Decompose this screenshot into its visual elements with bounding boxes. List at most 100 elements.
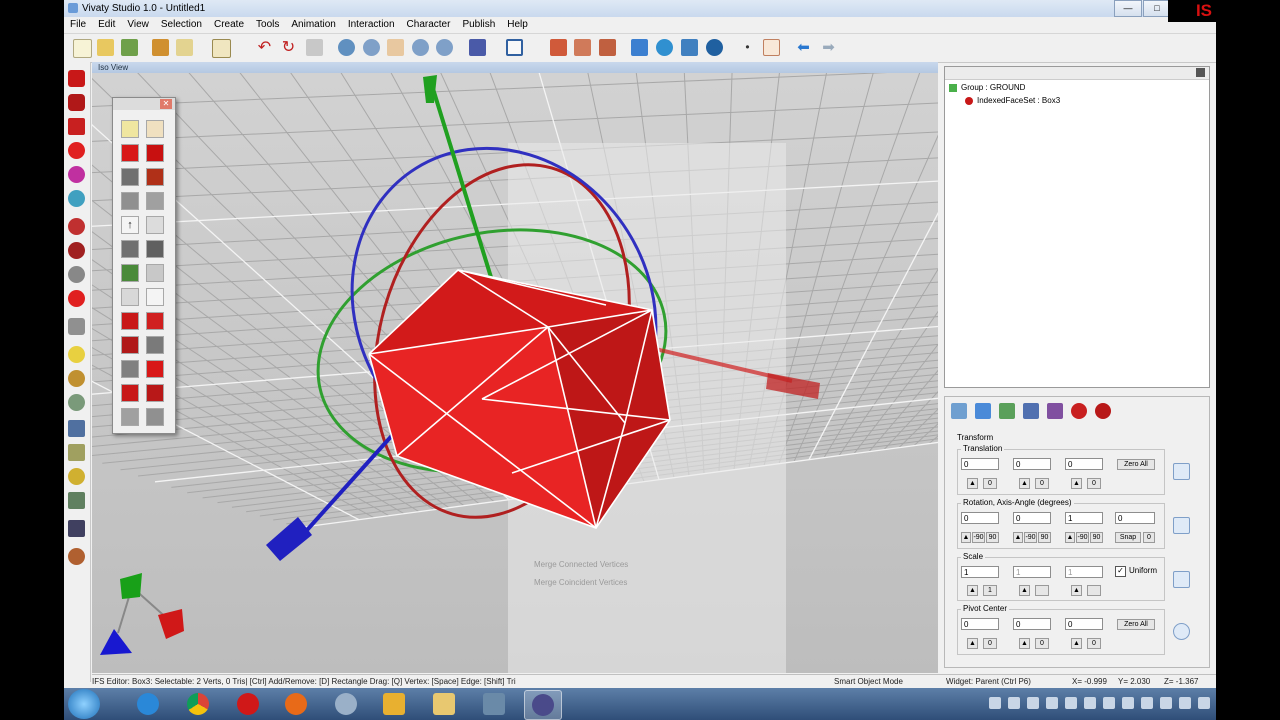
cone-icon[interactable] (68, 118, 85, 135)
menu-view[interactable]: View (121, 17, 155, 30)
scale-x-icon[interactable]: ▲ (967, 585, 978, 596)
group-icon[interactable] (68, 266, 85, 283)
palette-header[interactable]: ✕ (113, 98, 175, 110)
taskbar-opera[interactable] (230, 690, 266, 718)
scale-icon[interactable] (681, 39, 698, 56)
palette-crown-icon[interactable] (121, 408, 139, 426)
palette-uv-icon[interactable] (146, 264, 164, 282)
palette-smooth-icon[interactable] (146, 288, 164, 306)
minimize-button[interactable]: — (1114, 0, 1142, 17)
select-icon[interactable] (550, 39, 567, 56)
lasso-select-icon[interactable] (599, 39, 616, 56)
menu-character[interactable]: Character (401, 17, 457, 30)
translation-y-step-icon[interactable]: ▲ (1019, 478, 1030, 489)
taskbar-outlook[interactable] (376, 690, 412, 718)
pivot-y-step[interactable]: 0 (1035, 638, 1049, 649)
tray-icon-9[interactable] (1141, 697, 1153, 709)
translation-x-step[interactable]: 0 (983, 478, 997, 489)
rotation-x-field[interactable]: 0 (961, 512, 999, 524)
palette-flip-icon[interactable] (121, 288, 139, 306)
cut-icon[interactable] (152, 39, 169, 56)
ball-icon[interactable] (68, 290, 85, 307)
rotation-x-icon[interactable]: ▲ (961, 532, 971, 543)
sphere-icon[interactable] (68, 142, 85, 159)
palette-cap-icon[interactable] (146, 384, 164, 402)
pivot-x-step[interactable]: 0 (983, 638, 997, 649)
pivot-tool-icon[interactable] (1173, 623, 1190, 640)
undo-icon[interactable]: ↶ (256, 39, 273, 56)
scale-z-icon[interactable]: ▲ (1071, 585, 1082, 596)
iso-viewport[interactable]: Merge Connected Vertices Merge Coinciden… (92, 73, 938, 673)
new-file-icon[interactable] (73, 39, 92, 58)
pivot-zero-all-button[interactable]: Zero All (1117, 619, 1155, 630)
tray-icon-3[interactable] (1027, 697, 1039, 709)
menu-tools[interactable]: Tools (250, 17, 285, 30)
pivot-z-icon[interactable]: ▲ (1071, 638, 1082, 649)
light-icon[interactable] (68, 346, 85, 363)
tray-icon-8[interactable] (1122, 697, 1134, 709)
sun-icon[interactable] (68, 468, 85, 485)
palette-cube-icon[interactable] (121, 312, 139, 330)
rotation-y-field[interactable]: 0 (1013, 512, 1051, 524)
translation-z-step[interactable]: 0 (1087, 478, 1101, 489)
scale-x-step[interactable]: 1 (983, 585, 997, 596)
paste-icon[interactable] (212, 39, 231, 58)
fog-icon[interactable] (68, 444, 85, 461)
tray-icon-5[interactable] (1065, 697, 1077, 709)
tab-shape-icon[interactable] (1095, 403, 1111, 419)
scale-y-icon[interactable]: ▲ (1019, 585, 1030, 596)
lathe-icon[interactable] (68, 242, 85, 259)
cylinder-icon[interactable] (68, 94, 85, 111)
redo-icon[interactable]: ↻ (280, 39, 297, 56)
tray-icon-12[interactable] (1198, 697, 1210, 709)
translation-z-field[interactable]: 0 (1065, 458, 1103, 470)
scale-y-field[interactable]: 1 (1013, 566, 1051, 578)
rotation-z-field[interactable]: 1 (1065, 512, 1103, 524)
rotation-y-icon[interactable]: ▲ (1013, 532, 1023, 543)
menu-selection[interactable]: Selection (155, 17, 208, 30)
rotate-tool-icon[interactable] (1173, 517, 1190, 534)
scale-z-step[interactable] (1087, 585, 1101, 596)
rotation-x-pos90[interactable]: 90 (986, 532, 999, 543)
menu-create[interactable]: Create (208, 17, 250, 30)
text-icon[interactable] (68, 190, 85, 207)
pivot-z-field[interactable]: 0 (1065, 618, 1103, 630)
translation-z-step-icon[interactable]: ▲ (1071, 478, 1082, 489)
rotation-angle-field[interactable]: 0 (1115, 512, 1155, 524)
pivot-y-field[interactable]: 0 (1013, 618, 1051, 630)
palette-vertex-icon[interactable] (121, 144, 139, 162)
tray-icon-2[interactable] (1008, 697, 1020, 709)
rotation-y-neg90[interactable]: -90 (1024, 532, 1037, 543)
sensor-icon[interactable] (68, 492, 85, 509)
pivot-x-icon[interactable]: ▲ (967, 638, 978, 649)
tab-transform-icon[interactable] (951, 403, 967, 419)
grid-icon[interactable] (68, 318, 85, 335)
scale-y-step[interactable] (1035, 585, 1049, 596)
rotation-z-icon[interactable]: ▲ (1065, 532, 1075, 543)
scale-z-field[interactable]: 1 (1065, 566, 1103, 578)
taskbar-utility[interactable] (328, 690, 364, 718)
tray-icon-1[interactable] (989, 697, 1001, 709)
rotation-snap-button[interactable]: Snap (1115, 532, 1141, 543)
tab-material-icon[interactable] (999, 403, 1015, 419)
scale-x-field[interactable]: 1 (961, 566, 999, 578)
tray-icon-10[interactable] (1160, 697, 1172, 709)
arrow-left-icon[interactable]: ⬅ (795, 39, 812, 56)
zoom-in-icon[interactable] (412, 39, 429, 56)
stop-icon[interactable] (763, 39, 780, 56)
taskbar-ie[interactable] (130, 690, 166, 718)
menu-animation[interactable]: Animation (285, 17, 341, 30)
panel-menu-icon[interactable] (1196, 68, 1205, 77)
palette-slice-icon[interactable] (121, 360, 139, 378)
rotate-icon[interactable] (656, 39, 673, 56)
copy-icon[interactable] (176, 39, 193, 56)
translation-x-field[interactable]: 0 (961, 458, 999, 470)
pivot-y-icon[interactable]: ▲ (1019, 638, 1030, 649)
dot-icon[interactable]: • (739, 39, 756, 56)
open-folder-icon[interactable] (97, 39, 114, 56)
pivot-x-field[interactable]: 0 (961, 618, 999, 630)
palette-mirror-icon[interactable] (121, 384, 139, 402)
zoom-extents-icon[interactable] (338, 39, 355, 56)
start-button-icon[interactable] (68, 689, 100, 719)
zoom-out-icon[interactable] (436, 39, 453, 56)
